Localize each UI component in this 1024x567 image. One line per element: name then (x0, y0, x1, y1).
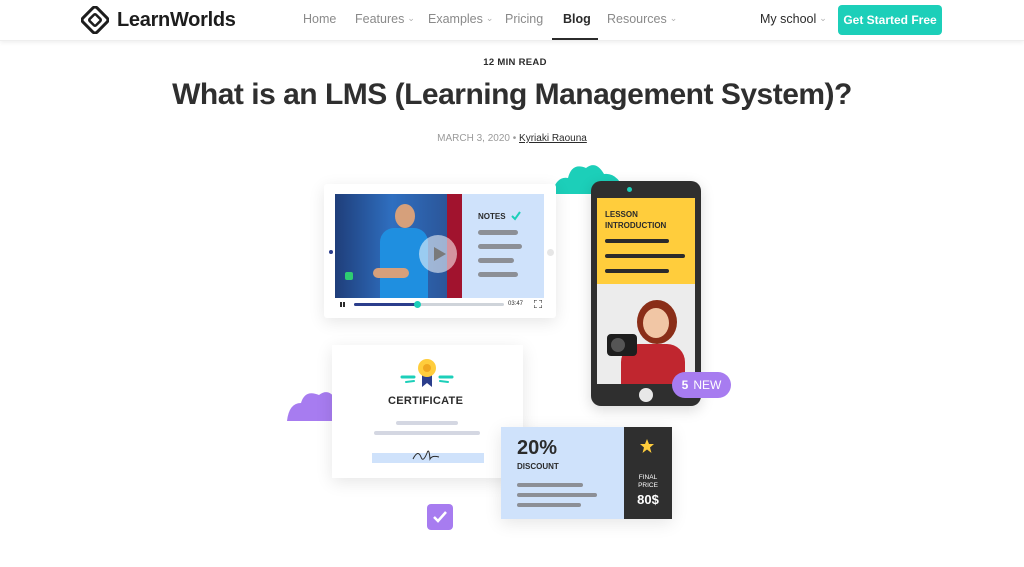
signature-field (372, 453, 484, 463)
teal-cloud-shape (552, 165, 626, 194)
discount-label: DISCOUNT (517, 462, 559, 471)
certificate-label: CERTIFICATE (388, 395, 464, 407)
my-school-menu[interactable]: My school ⌄ (760, 12, 827, 26)
video-player-card: NOTES 03:47 (324, 184, 556, 318)
nav-pricing[interactable]: Pricing (505, 12, 543, 26)
phone-camera (627, 187, 632, 192)
new-badge-text: NEW (693, 378, 722, 392)
new-items-badge: 5 NEW (672, 372, 731, 398)
certificate-card: CERTIFICATE (332, 345, 523, 478)
phone-screen: LESSON INTRODUCTION (597, 198, 695, 384)
video-thumbnail (335, 194, 462, 298)
signature-icon (412, 450, 440, 461)
pause-icon[interactable] (340, 302, 346, 307)
lesson-label-line1: LESSON (605, 210, 638, 219)
play-icon (434, 247, 446, 261)
nav-blog-label: Blog (563, 12, 591, 26)
chevron-down-icon: ⌄ (407, 12, 415, 23)
nav-features[interactable]: Features ⌄ (355, 12, 415, 26)
slider-dot-left (329, 250, 333, 254)
video-time: 03:47 (508, 301, 524, 307)
checkbox-checked (427, 504, 453, 530)
final-label-line1: FINAL (638, 474, 658, 481)
check-icon (511, 211, 521, 221)
phone-home-button (639, 388, 653, 402)
chevron-down-icon: ⌄ (669, 12, 678, 23)
chevron-down-icon: ⌄ (485, 12, 494, 23)
purple-cloud-shape (287, 392, 359, 421)
author-link[interactable]: Kyriaki Raouna (519, 133, 587, 144)
star-icon (640, 439, 654, 453)
nav-resources-label: Resources (607, 12, 667, 26)
nav-examples-label: Examples (428, 12, 483, 26)
nav-features-label: Features (355, 12, 405, 26)
final-label-line2: PRICE (638, 482, 658, 489)
notes-label: NOTES (478, 212, 506, 221)
new-badge-count: 5 (681, 378, 689, 392)
publish-date: MARCH 3, 2020 (437, 133, 510, 144)
slider-dot-right (547, 249, 554, 256)
nav-blog[interactable]: Blog (563, 12, 591, 26)
my-school-label: My school (760, 12, 817, 26)
page-title: What is an LMS (Learning Management Syst… (172, 78, 852, 111)
discount-value: 20% (517, 437, 558, 459)
chevron-down-icon: ⌄ (819, 12, 827, 23)
video-progress-track[interactable] (354, 301, 504, 308)
nav-examples[interactable]: Examples ⌄ (428, 12, 493, 26)
read-time: 12 MIN READ (483, 57, 547, 68)
nav-resources[interactable]: Resources ⌄ (607, 12, 677, 26)
nav-home-label: Home (303, 12, 337, 26)
fullscreen-icon[interactable] (534, 300, 542, 308)
nav-home[interactable]: Home (303, 12, 336, 26)
check-icon (433, 511, 447, 523)
nav-active-underline (552, 38, 598, 40)
play-button[interactable] (419, 235, 457, 273)
video-progress-knob[interactable] (414, 301, 421, 308)
award-ribbon-icon (400, 359, 454, 387)
photographer-image (597, 284, 695, 384)
video-progress-fill (354, 303, 417, 306)
final-price-panel: FINAL PRICE 80$ (624, 427, 672, 519)
site-header: LearnWorlds Home Features ⌄ Examples ⌄ P… (0, 0, 1024, 41)
nav-pricing-label: Pricing (505, 12, 544, 26)
lesson-label-line2: INTRODUCTION (605, 221, 667, 230)
phone-mockup: LESSON INTRODUCTION (591, 181, 701, 406)
byline: MARCH 3, 2020 • Kyriaki Raouna (0, 133, 1024, 144)
lesson-intro-panel: LESSON INTRODUCTION (597, 198, 695, 284)
get-started-button[interactable]: Get Started Free (838, 5, 942, 35)
discount-card: 20% DISCOUNT FINAL PRICE 80$ (501, 427, 672, 519)
notes-panel: NOTES (462, 194, 544, 298)
final-price: 80$ (637, 492, 659, 507)
